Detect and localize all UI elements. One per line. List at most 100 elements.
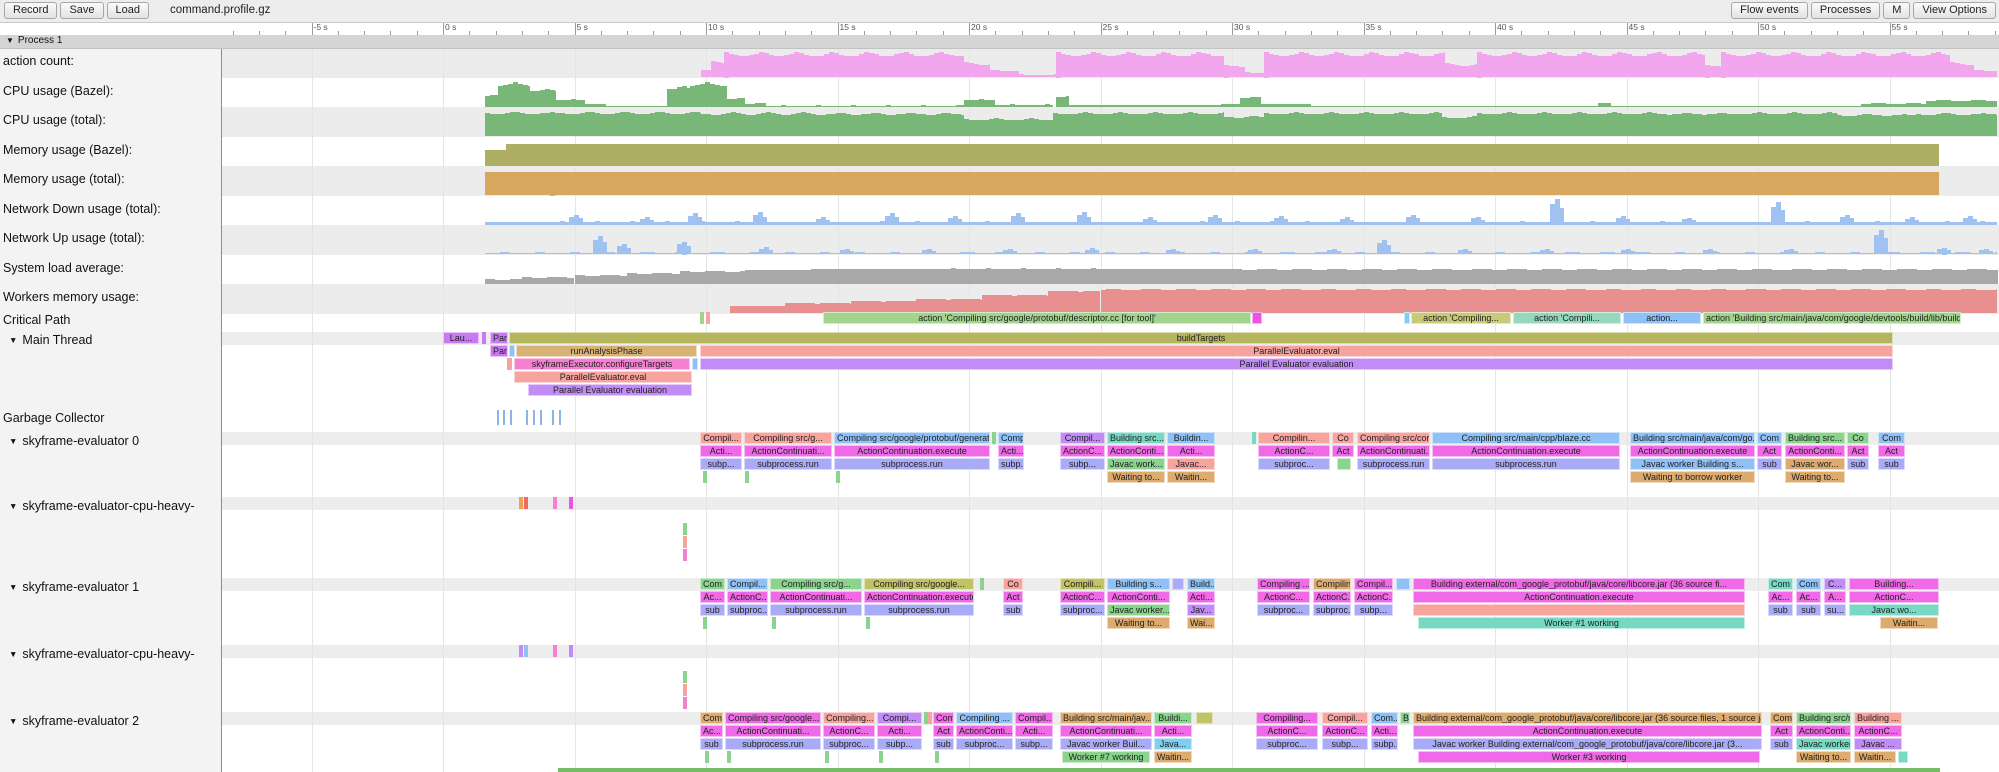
- evaluator-bar[interactable]: sub: [1847, 458, 1869, 470]
- critical-path-bar[interactable]: [1252, 312, 1262, 324]
- track-label-main-thread[interactable]: ▼Main Thread: [3, 333, 92, 347]
- evaluator-bar[interactable]: Compiling src/g...: [744, 432, 832, 444]
- evaluator-bar[interactable]: Waiting to...: [1785, 471, 1845, 483]
- evaluator-bar[interactable]: sub: [1878, 458, 1905, 470]
- evaluator-bar[interactable]: su...: [1824, 604, 1846, 616]
- evaluator-bar[interactable]: [879, 751, 883, 763]
- evaluator-bar[interactable]: sub: [1796, 604, 1821, 616]
- evaluator-bar[interactable]: Acti...: [1371, 725, 1398, 737]
- timeline-ruler[interactable]: -5 s0 s5 s10 s15 s20 s25 s30 s35 s40 s45…: [217, 22, 1999, 36]
- evaluator-bar[interactable]: subp...: [998, 458, 1024, 470]
- evaluator-bar[interactable]: Building src/main/jav...: [1060, 712, 1152, 724]
- evaluator-bar[interactable]: Act: [933, 725, 954, 737]
- evaluator-bar[interactable]: sub: [1757, 458, 1782, 470]
- evaluator-bar[interactable]: [569, 645, 573, 657]
- evaluator-bar[interactable]: Jav...: [1187, 604, 1215, 616]
- evaluator-bar[interactable]: Waitin...: [1154, 751, 1192, 763]
- evaluator-bar[interactable]: Co: [1332, 432, 1354, 444]
- evaluator-bar[interactable]: ActionContinuation.execute: [1630, 445, 1755, 457]
- evaluator-bar[interactable]: Building ...: [1854, 712, 1902, 724]
- evaluator-bar[interactable]: Javac worker Buil...: [1060, 738, 1152, 750]
- evaluator-bar[interactable]: subprocess.run: [744, 458, 832, 470]
- evaluator-bar[interactable]: Ac...: [700, 725, 723, 737]
- evaluator-bar[interactable]: Buil...: [1400, 712, 1410, 724]
- evaluator-bar[interactable]: Build...: [1187, 578, 1215, 590]
- evaluator-bar[interactable]: ActionContinuati...: [725, 725, 821, 737]
- evaluator-bar[interactable]: Acti...: [998, 445, 1024, 457]
- evaluator-bar[interactable]: Javac worker...: [1107, 604, 1170, 616]
- evaluator-bar[interactable]: ActionC...: [1256, 725, 1318, 737]
- evaluator-bar[interactable]: Waitin...: [1854, 751, 1896, 763]
- evaluator-bar[interactable]: subproc...: [823, 738, 875, 750]
- track-label-evaluator-4[interactable]: ▼skyframe-evaluator 2: [3, 714, 139, 728]
- critical-path-bar[interactable]: action 'Compili...: [1513, 312, 1621, 324]
- evaluator-bar[interactable]: subp...: [1322, 738, 1368, 750]
- evaluator-bar[interactable]: subp...: [1060, 458, 1105, 470]
- evaluator-bar[interactable]: subproc...: [956, 738, 1013, 750]
- gc-tick[interactable]: [503, 410, 505, 425]
- gc-tick[interactable]: [540, 410, 542, 425]
- main-thread-bar[interactable]: [482, 332, 486, 344]
- evaluator-bar[interactable]: ActionC...: [727, 591, 768, 603]
- main-thread-bar[interactable]: Par: [490, 345, 508, 357]
- evaluator-bar[interactable]: sub: [933, 738, 954, 750]
- evaluator-bar[interactable]: Compil...: [1322, 712, 1368, 724]
- evaluator-bar[interactable]: Ac...: [700, 591, 725, 603]
- evaluator-bar[interactable]: Waiting to...: [1796, 751, 1851, 763]
- evaluator-bar[interactable]: subprocess.run: [770, 604, 862, 616]
- evaluator-bar[interactable]: subp...: [1015, 738, 1053, 750]
- evaluator-bar[interactable]: ActionC...: [1257, 591, 1310, 603]
- evaluator-bar[interactable]: [524, 645, 528, 657]
- evaluator-bar[interactable]: subprocess.run: [725, 738, 821, 750]
- critical-path-bar[interactable]: [700, 312, 704, 324]
- main-thread-bar[interactable]: ParallelEvaluator.eval: [700, 345, 1893, 357]
- evaluator-bar[interactable]: Com: [1878, 432, 1905, 444]
- track-label-evaluator-2[interactable]: ▼skyframe-evaluator 1: [3, 580, 139, 594]
- evaluator-bar[interactable]: Buildi...: [1154, 712, 1192, 724]
- evaluator-bar[interactable]: Worker #7 working: [1062, 751, 1150, 763]
- evaluator-bar[interactable]: [935, 751, 939, 763]
- evaluator-bar[interactable]: [1396, 578, 1410, 590]
- evaluator-bar[interactable]: ActionC...: [1854, 725, 1902, 737]
- evaluator-bar[interactable]: ActionC...: [1354, 591, 1393, 603]
- evaluator-bar[interactable]: Compiling ...: [956, 712, 1013, 724]
- evaluator-bar[interactable]: [683, 549, 687, 561]
- evaluator-bar[interactable]: Acti...: [1167, 445, 1215, 457]
- evaluator-bar[interactable]: ActionContinuation.execute: [834, 445, 990, 457]
- evaluator-bar[interactable]: ActionContinuati...: [744, 445, 832, 457]
- evaluator-bar[interactable]: Act: [1770, 725, 1793, 737]
- evaluator-bar[interactable]: [866, 617, 870, 629]
- evaluator-bar[interactable]: [1413, 604, 1745, 616]
- evaluator-bar[interactable]: Compi...: [877, 712, 922, 724]
- evaluator-bar[interactable]: ActionConti...: [1785, 445, 1845, 457]
- evaluator-bar[interactable]: Co: [1003, 578, 1023, 590]
- evaluator-bar[interactable]: Com: [700, 578, 725, 590]
- evaluator-bar[interactable]: [1196, 712, 1213, 724]
- evaluator-bar[interactable]: Compili...: [1060, 578, 1105, 590]
- evaluator-bar[interactable]: [980, 578, 984, 590]
- evaluator-bar[interactable]: Waitin...: [1880, 617, 1938, 629]
- evaluator-bar[interactable]: Acti...: [700, 445, 742, 457]
- track-label-evaluator-0[interactable]: ▼skyframe-evaluator 0: [3, 434, 139, 448]
- evaluator-bar[interactable]: Building...: [1849, 578, 1939, 590]
- evaluator-bar[interactable]: ActionC...: [1849, 591, 1939, 603]
- evaluator-bar[interactable]: ActionContinuation.execute: [864, 591, 974, 603]
- evaluator-bar[interactable]: subp...: [700, 458, 742, 470]
- evaluator-bar[interactable]: sub: [1003, 604, 1023, 616]
- main-thread-bar[interactable]: ParallelEvaluator.eval: [514, 371, 692, 383]
- evaluator-bar[interactable]: [1337, 458, 1351, 470]
- evaluator-bar[interactable]: A...: [1824, 591, 1846, 603]
- evaluator-bar[interactable]: [745, 471, 749, 483]
- evaluator-bar[interactable]: Co: [1847, 432, 1869, 444]
- evaluator-bar[interactable]: subprocess.run: [864, 604, 974, 616]
- evaluator-bar[interactable]: subproc...: [727, 604, 768, 616]
- trace-chart[interactable]: action 'Compiling src/google/protobuf/de…: [222, 35, 1999, 772]
- evaluator-bar[interactable]: [553, 497, 557, 509]
- gc-tick[interactable]: [526, 410, 528, 425]
- evaluator-bar[interactable]: C...: [1824, 578, 1846, 590]
- evaluator-bar[interactable]: ActionC...: [1313, 591, 1351, 603]
- evaluator-bar[interactable]: Com: [700, 712, 723, 724]
- evaluator-bar[interactable]: Compiling...: [823, 712, 875, 724]
- evaluator-bar[interactable]: Compiling src/google...: [725, 712, 821, 724]
- evaluator-bar[interactable]: Ac...: [1796, 591, 1821, 603]
